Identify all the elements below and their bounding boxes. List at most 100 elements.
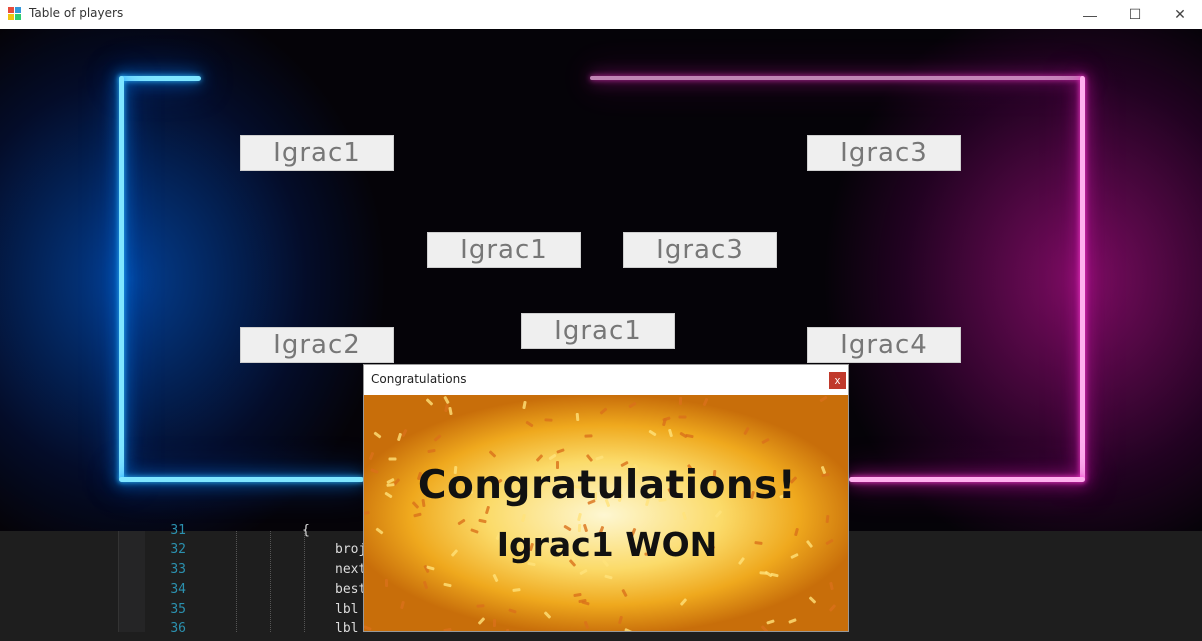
winner-text: Igrac1 WON xyxy=(496,525,718,564)
line-number: 36 xyxy=(170,621,186,636)
player-slot-left-top[interactable]: Igrac1 xyxy=(240,135,394,171)
confetti-piece xyxy=(828,581,834,591)
confetti-piece xyxy=(766,619,775,625)
confetti-piece xyxy=(572,593,582,598)
confetti-piece xyxy=(681,511,688,520)
confetti-piece xyxy=(583,621,590,630)
confetti-piece xyxy=(678,431,688,439)
close-icon: ✕ xyxy=(1174,6,1186,22)
confetti-piece xyxy=(678,415,687,419)
confetti-piece xyxy=(443,582,452,588)
window-title: Table of players xyxy=(29,6,124,20)
confetti-piece xyxy=(400,600,406,610)
close-button[interactable]: ✕ xyxy=(1157,0,1202,29)
neon-pink-right xyxy=(1080,76,1085,481)
confetti-background: Congratulations! Igrac1 WON xyxy=(364,395,848,631)
confetti-piece xyxy=(443,627,452,631)
player-slot-semi-left[interactable]: Igrac1 xyxy=(427,232,581,268)
confetti-piece xyxy=(743,426,750,436)
congratulations-dialog: Congratulations x Congratulations! Igrac… xyxy=(363,364,849,632)
code-text: { xyxy=(302,523,310,538)
line-number: 33 xyxy=(170,562,186,577)
confetti-piece xyxy=(594,454,604,461)
code-text: lbl xyxy=(335,621,359,636)
confetti-piece xyxy=(702,398,709,407)
title-bar[interactable]: Table of players — ☐ ✕ xyxy=(0,0,1202,29)
confetti-piece xyxy=(511,588,521,593)
confetti-piece xyxy=(373,431,382,439)
code-text: next xyxy=(335,562,367,577)
app-icon xyxy=(8,7,22,21)
confetti-piece xyxy=(426,398,434,406)
confetti-piece xyxy=(714,510,723,519)
maximize-button[interactable]: ☐ xyxy=(1112,0,1158,29)
congratulations-heading: Congratulations! xyxy=(417,463,797,508)
confetti-piece xyxy=(543,610,552,619)
confetti-piece xyxy=(477,617,486,625)
neon-pink-bottom xyxy=(849,477,1085,482)
confetti-piece xyxy=(544,418,553,422)
minimize-button[interactable]: — xyxy=(1067,0,1113,29)
confetti-piece xyxy=(763,570,773,578)
confetti-piece xyxy=(492,574,499,583)
confetti-piece xyxy=(521,514,526,523)
neon-blue-top xyxy=(119,76,201,81)
player-slot-right-top[interactable]: Igrac3 xyxy=(807,135,961,171)
confetti-piece xyxy=(548,453,557,461)
confetti-piece xyxy=(433,434,442,442)
confetti-piece xyxy=(412,512,422,518)
confetti-piece xyxy=(628,401,637,409)
confetti-piece xyxy=(492,618,496,627)
confetti-piece xyxy=(396,432,403,442)
confetti-piece xyxy=(599,407,608,415)
dialog-close-button[interactable]: x xyxy=(829,372,846,389)
confetti-piece xyxy=(525,420,534,427)
confetti-piece xyxy=(401,428,409,437)
confetti-piece xyxy=(826,515,830,524)
line-number: 34 xyxy=(170,582,186,597)
confetti-piece xyxy=(426,449,436,454)
minimize-icon: — xyxy=(1083,6,1097,23)
close-icon: x xyxy=(834,374,841,387)
confetti-piece xyxy=(522,401,528,410)
confetti-piece xyxy=(364,510,370,515)
confetti-piece xyxy=(369,452,375,461)
confetti-piece xyxy=(556,448,565,454)
confetti-piece xyxy=(808,596,817,605)
code-text: broj xyxy=(335,542,367,557)
confetti-piece xyxy=(585,453,594,462)
confetti-piece xyxy=(535,453,544,462)
neon-pink-top xyxy=(590,76,1084,80)
confetti-piece xyxy=(679,396,683,405)
confetti-piece xyxy=(423,580,429,589)
player-slot-final[interactable]: Igrac1 xyxy=(521,313,675,349)
confetti-piece xyxy=(364,625,372,631)
line-number: 35 xyxy=(170,602,186,617)
player-slot-semi-right[interactable]: Igrac3 xyxy=(623,232,777,268)
confetti-piece xyxy=(667,428,673,438)
confetti-piece xyxy=(576,513,582,522)
confetti-piece xyxy=(388,457,397,461)
neon-blue-bottom xyxy=(119,477,364,482)
neon-blue-left xyxy=(119,76,124,481)
confetti-piece xyxy=(442,395,450,404)
confetti-piece xyxy=(384,579,388,588)
confetti-piece xyxy=(761,437,770,444)
player-slot-left-bottom[interactable]: Igrac2 xyxy=(240,327,394,363)
confetti-piece xyxy=(604,574,614,579)
confetti-piece xyxy=(584,433,593,438)
confetti-piece xyxy=(488,450,497,459)
player-slot-right-bottom[interactable]: Igrac4 xyxy=(807,327,961,363)
confetti-piece xyxy=(648,429,657,436)
confetti-piece xyxy=(617,615,623,624)
confetti-piece xyxy=(505,628,510,631)
confetti-piece xyxy=(621,589,628,598)
confetti-piece xyxy=(788,617,798,624)
code-text: best xyxy=(335,582,367,597)
maximize-icon: ☐ xyxy=(1128,6,1142,22)
confetti-piece xyxy=(478,518,487,524)
confetti-piece xyxy=(448,406,453,415)
confetti-piece xyxy=(828,604,836,613)
confetti-piece xyxy=(578,568,588,576)
confetti-piece xyxy=(575,412,580,421)
